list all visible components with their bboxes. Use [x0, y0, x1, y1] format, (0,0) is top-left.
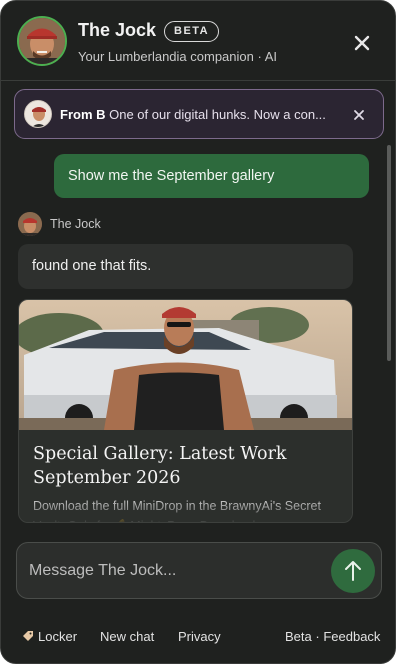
tag-icon — [23, 631, 33, 641]
chat-window: The Jock BETA Your Lumberlandia companio… — [0, 0, 396, 664]
chat-subtitle: Your Lumberlandia companion · AI — [78, 49, 277, 64]
user-message: Show me the September gallery — [54, 154, 369, 198]
scrollbar[interactable] — [387, 145, 391, 361]
message-input[interactable] — [29, 555, 329, 587]
gallery-card[interactable]: Special Gallery: Latest Work September 2… — [18, 299, 353, 523]
locker-label: Locker — [38, 629, 78, 644]
chat-title: The Jock — [78, 20, 157, 40]
footer-separator: · — [315, 629, 320, 644]
beta-badge: BETA — [164, 21, 220, 42]
card-title: Special Gallery: Latest Work September 2… — [33, 444, 287, 488]
notification-sender: From B — [60, 107, 106, 122]
bot-name: The Jock — [50, 217, 101, 231]
locker-link[interactable]: Locker — [22, 629, 77, 644]
sender-avatar — [24, 100, 52, 128]
notification-banner[interactable]: From B One of our digital hunks. Now a c… — [14, 89, 384, 139]
notification-text: From B One of our digital hunks. Now a c… — [60, 107, 345, 122]
privacy-link[interactable]: Privacy — [178, 629, 221, 644]
gallery-image — [19, 300, 352, 430]
notification-message: One of our digital hunks. Now a con... — [109, 107, 326, 122]
bot-message: found one that fits. — [18, 244, 353, 289]
composer — [16, 542, 382, 599]
close-icon[interactable] — [350, 31, 374, 55]
chat-header: The Jock BETA Your Lumberlandia companio… — [1, 1, 395, 81]
new-chat-link[interactable]: New chat — [100, 629, 154, 644]
send-button[interactable] — [331, 549, 375, 593]
jock-avatar — [17, 16, 67, 66]
card-fade — [19, 500, 352, 522]
arrow-up-icon — [345, 561, 361, 581]
footer: Locker New chat Privacy Beta · Feedback — [1, 621, 395, 651]
beta-feedback: Beta · Feedback — [285, 629, 380, 644]
beta-label: Beta — [285, 629, 312, 644]
bot-avatar — [18, 212, 42, 236]
feedback-link[interactable]: Feedback — [323, 629, 380, 644]
dismiss-notification-icon[interactable] — [351, 107, 367, 123]
